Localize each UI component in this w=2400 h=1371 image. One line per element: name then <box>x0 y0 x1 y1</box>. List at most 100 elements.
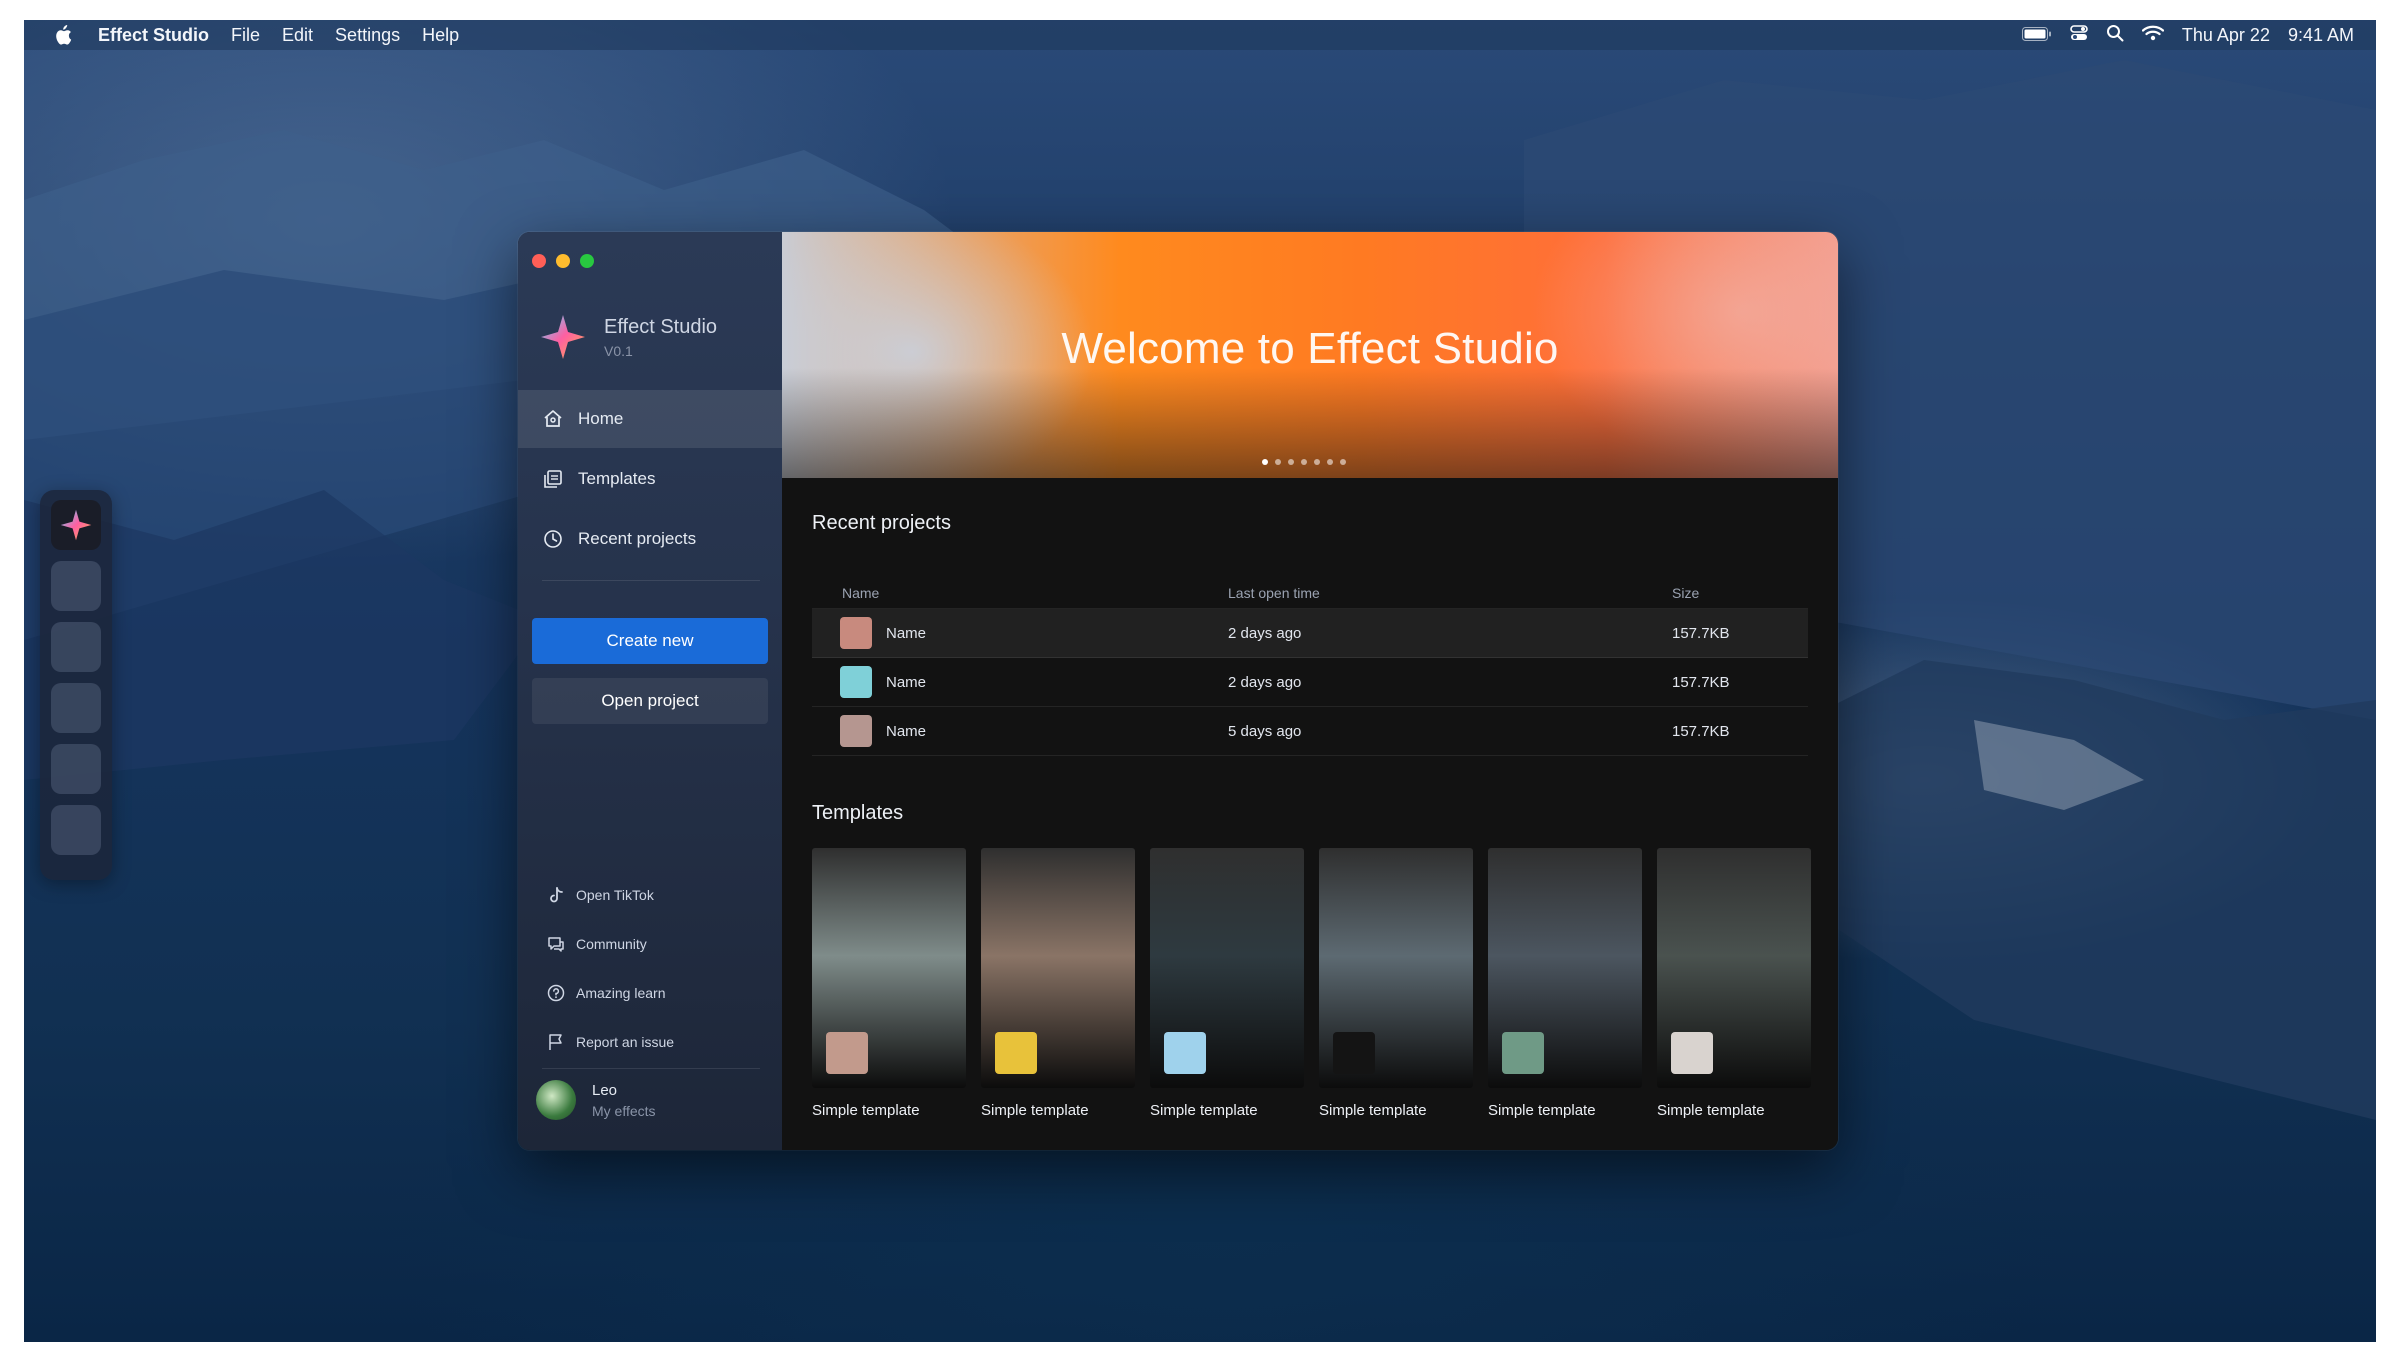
search-icon[interactable] <box>2106 24 2124 47</box>
recent-projects-table: Name Last open time Size Name 2 days ago… <box>812 578 1808 756</box>
close-window-button[interactable] <box>532 254 546 268</box>
template-card[interactable]: Simple template <box>1657 848 1811 1119</box>
project-thumbnail <box>840 617 872 649</box>
templates-title: Templates <box>812 802 904 824</box>
link-open-tiktok[interactable]: Open TikTok <box>518 870 782 919</box>
dock-slot[interactable] <box>51 683 101 733</box>
sidebar-item-label: Home <box>578 409 624 428</box>
dock-slot[interactable] <box>51 622 101 672</box>
template-badge <box>1502 1032 1544 1074</box>
table-row[interactable]: Name 2 days ago 157.7KB <box>812 658 1808 707</box>
sidebar-item-label: Recent projects <box>578 529 697 548</box>
link-label: Community <box>576 935 647 952</box>
sidebar-item-label: Templates <box>578 469 656 488</box>
carousel-dots <box>1262 459 1346 465</box>
project-thumbnail <box>840 715 872 747</box>
menubar-time[interactable]: 9:41 AM <box>2288 25 2354 46</box>
avatar[interactable] <box>536 1080 576 1120</box>
hero-banner[interactable]: Welcome to Effect Studio <box>782 232 1838 478</box>
table-row[interactable]: Name 2 days ago 157.7KB <box>812 609 1808 658</box>
dock-effect-studio[interactable] <box>51 500 101 550</box>
link-report-issue[interactable]: Report an issue <box>518 1017 782 1066</box>
window-controls <box>532 254 594 268</box>
carousel-dot[interactable] <box>1262 459 1268 465</box>
create-new-button[interactable]: Create new <box>532 618 768 664</box>
menu-settings[interactable]: Settings <box>335 25 400 46</box>
template-badge <box>826 1032 868 1074</box>
menu-status-area: Thu Apr 22 9:41 AM <box>2021 24 2354 47</box>
sidebar-item-home[interactable]: Home <box>518 390 782 448</box>
template-badge <box>995 1032 1037 1074</box>
menu-edit[interactable]: Edit <box>282 25 313 46</box>
carousel-dot[interactable] <box>1314 459 1320 465</box>
brand: Effect Studio V0.1 <box>538 312 717 362</box>
carousel-dot[interactable] <box>1301 459 1307 465</box>
project-name: Name <box>886 722 927 740</box>
template-card[interactable]: Simple template <box>1150 848 1304 1119</box>
template-label: Simple template <box>1657 1102 1765 1119</box>
menu-file[interactable]: File <box>231 25 260 46</box>
dock-slot[interactable] <box>51 561 101 611</box>
chat-icon <box>546 934 566 954</box>
open-project-button[interactable]: Open project <box>532 678 768 724</box>
template-preview <box>1657 848 1811 1088</box>
template-card[interactable]: Simple template <box>812 848 966 1119</box>
user-profile[interactable]: Leo My effects <box>536 1080 656 1120</box>
template-preview <box>1150 848 1304 1088</box>
template-label: Simple template <box>1319 1102 1427 1119</box>
dock-slot[interactable] <box>51 805 101 855</box>
template-label: Simple template <box>1150 1102 1258 1119</box>
wifi-icon[interactable] <box>2141 25 2164 46</box>
project-thumbnail <box>840 666 872 698</box>
table-row[interactable]: Name 5 days ago 157.7KB <box>812 707 1808 756</box>
hero-title: Welcome to Effect Studio <box>1061 324 1559 373</box>
user-subtitle[interactable]: My effects <box>592 1103 656 1119</box>
sidebar-item-recent-projects[interactable]: Recent projects <box>518 510 782 568</box>
link-label: Open TikTok <box>576 886 654 903</box>
dock <box>40 490 112 880</box>
dock-slot[interactable] <box>51 744 101 794</box>
carousel-dot[interactable] <box>1275 459 1281 465</box>
sidebar-item-templates[interactable]: Templates <box>518 450 782 508</box>
carousel-dot[interactable] <box>1327 459 1333 465</box>
clock-icon <box>542 528 564 550</box>
template-preview <box>1488 848 1642 1088</box>
link-label: Report an issue <box>576 1033 675 1050</box>
template-card[interactable]: Simple template <box>1488 848 1642 1119</box>
template-label: Simple template <box>812 1102 920 1119</box>
project-name: Name <box>886 673 927 691</box>
menu-help[interactable]: Help <box>422 25 459 46</box>
template-badge <box>1671 1032 1713 1074</box>
sidebar: Effect Studio V0.1 Home Templates Recent… <box>518 232 782 1150</box>
brand-version: V0.1 <box>604 342 633 359</box>
template-badge <box>1164 1032 1206 1074</box>
effect-studio-logo-icon <box>541 315 585 359</box>
template-badge <box>1333 1032 1375 1074</box>
link-amazing-learn[interactable]: Amazing learn <box>518 968 782 1017</box>
sidebar-links: Open TikTok Community Amazing learn Repo… <box>518 870 782 1066</box>
column-last-open-time[interactable]: Last open time <box>1228 585 1672 601</box>
carousel-dot[interactable] <box>1340 459 1346 465</box>
column-name[interactable]: Name <box>812 585 1228 601</box>
template-card[interactable]: Simple template <box>981 848 1135 1119</box>
flag-icon <box>546 1032 566 1052</box>
menubar-date[interactable]: Thu Apr 22 <box>2182 25 2270 46</box>
template-preview <box>1319 848 1473 1088</box>
carousel-dot[interactable] <box>1288 459 1294 465</box>
apple-icon[interactable] <box>54 25 74 45</box>
battery-icon[interactable] <box>2021 25 2052 46</box>
help-icon <box>546 983 566 1003</box>
project-size: 157.7KB <box>1672 673 1730 691</box>
column-size[interactable]: Size <box>1672 585 1808 601</box>
divider <box>542 1068 760 1069</box>
link-community[interactable]: Community <box>518 919 782 968</box>
effect-studio-logo-icon <box>60 509 92 541</box>
zoom-window-button[interactable] <box>580 254 594 268</box>
template-preview <box>812 848 966 1088</box>
control-center-icon[interactable] <box>2070 24 2088 47</box>
template-card[interactable]: Simple template <box>1319 848 1473 1119</box>
home-icon <box>542 408 564 430</box>
template-preview <box>981 848 1135 1088</box>
menu-app-name[interactable]: Effect Studio <box>98 25 209 46</box>
minimize-window-button[interactable] <box>556 254 570 268</box>
